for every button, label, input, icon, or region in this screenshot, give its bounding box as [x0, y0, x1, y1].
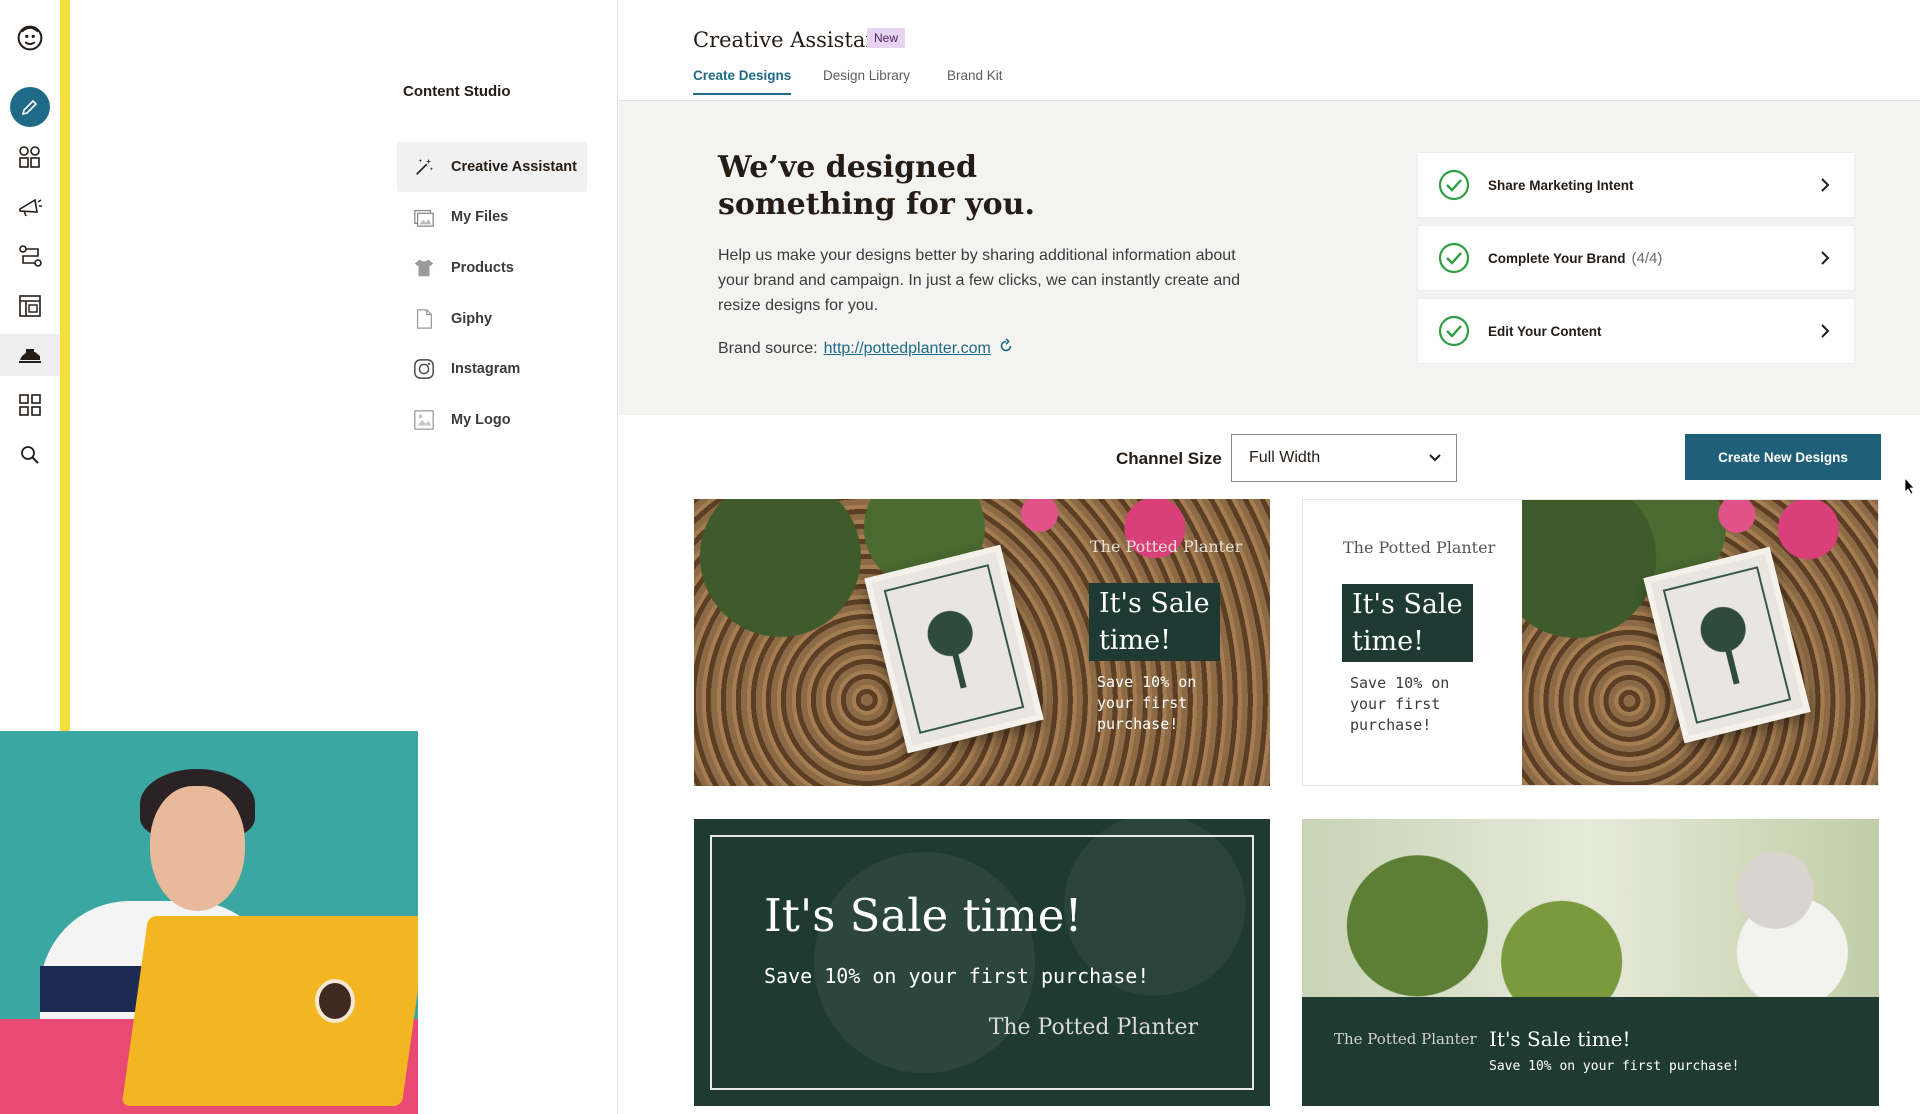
check-circle-icon [1438, 315, 1470, 347]
automations-icon[interactable] [10, 236, 50, 276]
design-subtext: Save 10% on your first purchase! [1350, 673, 1449, 736]
headline-line: It's Sale [1352, 589, 1463, 620]
grid-icon[interactable] [10, 385, 50, 425]
refresh-icon[interactable] [997, 337, 1015, 360]
design-card[interactable]: The Potted Planter It's Sale time! Save … [1302, 499, 1879, 786]
sub-line: your first [1350, 695, 1441, 713]
step-label: Share Marketing Intent [1488, 177, 1634, 193]
logo-image-icon [411, 407, 437, 433]
design-card[interactable]: The Potted Planter It's Sale time! Save … [1302, 819, 1879, 1106]
studio-item-products[interactable]: Products [397, 243, 587, 293]
presenter-face [150, 786, 245, 911]
tab-create-designs[interactable]: Create Designs [693, 68, 792, 95]
step-complete-your-brand[interactable]: Complete Your Brand (4/4) [1417, 225, 1855, 291]
webcam-overlay [0, 731, 418, 1114]
chevron-down-icon [1429, 454, 1441, 462]
studio-item-instagram[interactable]: Instagram [397, 344, 587, 394]
step-count: (4/4) [1631, 249, 1663, 267]
design-subtext: Save 10% on your first purchase! [764, 964, 1150, 988]
search-icon[interactable] [10, 435, 50, 475]
sub-line: purchase! [1350, 716, 1432, 734]
headline-line: time! [1352, 626, 1424, 657]
check-circle-icon [1438, 169, 1470, 201]
design-headline: It's Sale time! [764, 889, 1083, 942]
brand-source-label: Brand source: [718, 339, 818, 357]
design-brand: The Potted Planter [1334, 1030, 1477, 1048]
brand-source-link[interactable]: http://pottedplanter.com [824, 340, 991, 358]
design-card[interactable]: The Potted Planter It's Sale time! Save … [694, 499, 1270, 786]
gravel-photo [1522, 500, 1878, 785]
step-edit-your-content[interactable]: Edit Your Content [1417, 298, 1855, 364]
channel-size-label: Channel Size [1116, 449, 1222, 468]
step-share-marketing-intent[interactable]: Share Marketing Intent [1417, 152, 1855, 218]
freddie-logo-icon[interactable] [10, 18, 50, 58]
studio-item-label: My Files [451, 209, 509, 225]
audience-icon[interactable] [10, 137, 50, 177]
studio-item-label: My Logo [451, 412, 511, 428]
design-subtext: Save 10% on your first purchase! [1097, 672, 1196, 735]
chevron-right-icon [1821, 251, 1830, 265]
brand-source: Brand source: http://pottedplanter.com [718, 337, 1015, 360]
design-headline: It's Sale time! [1489, 1027, 1631, 1051]
headline-line: time! [1099, 625, 1171, 656]
studio-item-label: Giphy [451, 311, 493, 327]
design-subtext: Save 10% on your first purchase! [1489, 1059, 1740, 1074]
page-title: Creative Assistant [693, 28, 888, 52]
sub-line: Save 10% on [1097, 673, 1197, 691]
main-content: Creative Assistant New Create Designs De… [619, 0, 1920, 1114]
pencil-icon[interactable] [10, 87, 50, 127]
webcam-laptop [121, 916, 418, 1106]
page-header: Creative Assistant New Create Designs De… [619, 0, 1920, 101]
hero-panel: We’ve designed something for you. Help u… [619, 101, 1920, 415]
tab-design-library[interactable]: Design Library [823, 68, 910, 93]
channel-size-value: Full Width [1249, 449, 1321, 466]
studio-item-label: Products [451, 260, 514, 276]
step-label: Complete Your Brand [1488, 250, 1626, 266]
design-headline: It's Sale time! [1342, 584, 1473, 662]
headline-line: It's Sale [1099, 588, 1210, 619]
file-icon [411, 306, 437, 332]
megaphone-icon[interactable] [10, 187, 50, 227]
sub-line: Save 10% on [1350, 674, 1450, 692]
design-card[interactable]: It's Sale time! Save 10% on your first p… [694, 819, 1270, 1106]
create-new-designs-button[interactable]: Create New Designs [1685, 434, 1881, 480]
new-badge: New [867, 28, 906, 48]
studio-title: Content Studio [403, 83, 511, 100]
images-icon [411, 204, 437, 230]
sub-line: your first [1097, 694, 1188, 712]
mouse-cursor-icon [1904, 477, 1915, 495]
studio-item-my-logo[interactable]: My Logo [397, 395, 587, 445]
studio-item-label: Instagram [451, 361, 521, 377]
instagram-icon [411, 356, 437, 382]
studio-item-label: Creative Assistant [451, 159, 577, 175]
content-studio-icon[interactable] [0, 334, 60, 376]
studio-item-my-files[interactable]: My Files [397, 192, 587, 242]
app-window: Content Studio Creative Assistant My Fil… [0, 0, 1920, 1114]
tab-brand-kit[interactable]: Brand Kit [947, 68, 1003, 93]
hero-description: Help us make your designs better by shar… [718, 247, 1241, 314]
design-brand: The Potted Planter [1090, 537, 1243, 556]
chevron-right-icon [1821, 324, 1830, 338]
hero-heading: We’ve designed something for you. [718, 150, 1035, 222]
greenhouse-photo [1302, 819, 1879, 997]
design-controls: Channel Size Full Width Create New Desig… [619, 415, 1920, 499]
sub-line: purchase! [1097, 715, 1179, 733]
step-label: Edit Your Content [1488, 323, 1602, 339]
laptop-sticker [315, 979, 355, 1023]
design-brand: The Potted Planter [988, 1015, 1198, 1040]
design-frame [710, 835, 1254, 1090]
website-icon[interactable] [10, 286, 50, 326]
magic-wand-icon [411, 154, 437, 180]
design-headline: It's Sale time! [1089, 583, 1220, 661]
studio-item-giphy[interactable]: Giphy [397, 294, 587, 344]
check-circle-icon [1438, 242, 1470, 274]
design-brand: The Potted Planter [1343, 538, 1496, 557]
channel-size-select[interactable]: Full Width [1231, 434, 1457, 482]
tshirt-icon [411, 255, 437, 281]
chevron-right-icon [1821, 178, 1830, 192]
studio-item-creative-assistant[interactable]: Creative Assistant [397, 142, 587, 192]
